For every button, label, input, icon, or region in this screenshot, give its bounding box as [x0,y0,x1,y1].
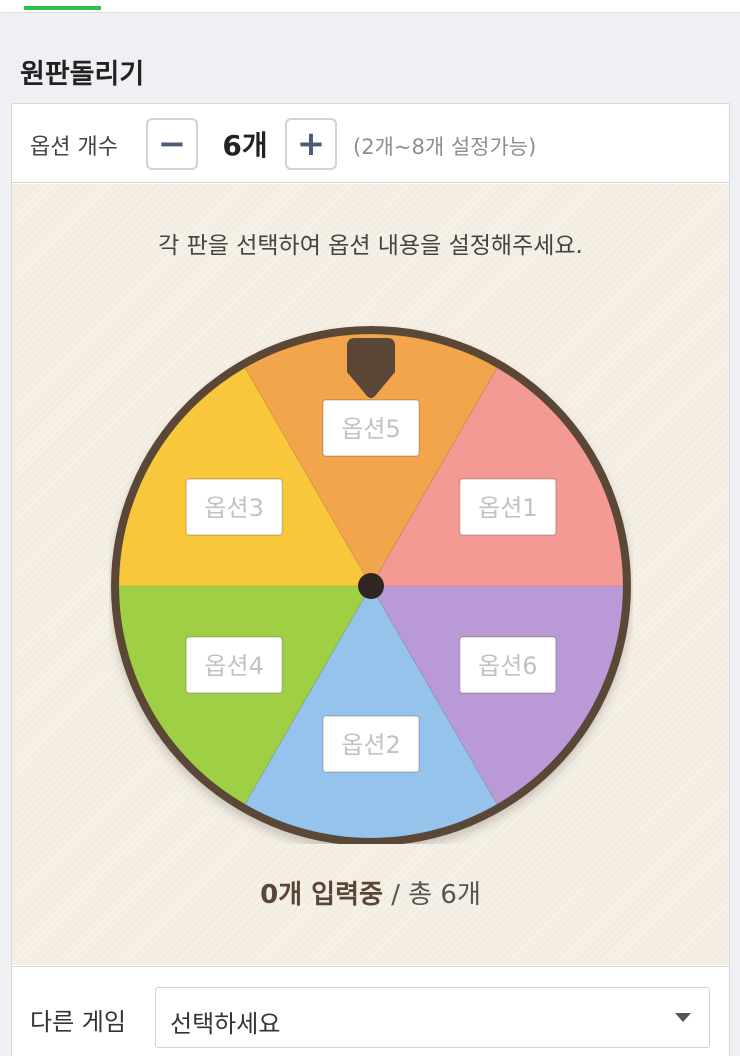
wheel-option-placeholder: 옵션5 [341,415,400,443]
roulette-card: 옵션 개수 − 6개 + (2개~8개 설정가능) 각 판을 선택하여 옵션 내… [11,103,730,1056]
option-range-hint: (2개~8개 설정가능) [353,135,537,159]
page-title: 원판돌리기 [20,59,145,90]
decrease-option-button[interactable]: − [146,118,198,170]
option-count-label: 옵션 개수 [30,135,118,160]
wheel-option-placeholder: 옵션2 [341,731,400,759]
wheel-option-field[interactable]: 옵션4 [185,636,284,694]
wheel-option-field[interactable]: 옵션2 [322,715,420,773]
input-status: 0개 입력중 / 총 6개 [12,874,729,911]
plus-icon: + [296,124,326,164]
chevron-down-icon [675,1013,691,1022]
wheel-option-placeholder: 옵션6 [478,652,537,680]
option-count-bar: 옵션 개수 − 6개 + (2개~8개 설정가능) [12,104,729,183]
total-count: 총 6개 [408,880,481,910]
minus-icon: − [157,124,187,164]
wheel-option-placeholder: 옵션4 [204,652,263,680]
wheel-option-field[interactable]: 옵션1 [458,478,557,536]
roulette-wheel: 옵션1 옵션5 옵션3 옵션4 옵션2 옵션6 [109,304,633,844]
wheel-graphic: 옵션1 옵션5 옵션3 옵션4 옵션2 옵션6 [111,326,631,844]
increase-option-button[interactable]: + [285,118,337,170]
wheel-board: 각 판을 선택하여 옵션 내용을 설정해주세요. 옵션1 옵션5 옵션3 옵션4 옵션2… [12,184,729,965]
entered-count: 0개 입력중 [260,880,383,910]
other-game-bar: 다른 게임 선택하세요 [12,966,729,1056]
other-game-select[interactable]: 선택하세요 [155,987,710,1048]
option-count-value: 6개 [222,129,268,162]
wheel-option-field[interactable]: 옵션6 [458,636,557,694]
other-game-label: 다른 게임 [30,1008,126,1036]
wheel-option-placeholder: 옵션1 [478,494,537,522]
status-separator: / [382,880,409,910]
wheel-option-field[interactable]: 옵션3 [185,478,284,536]
active-tab-indicator [24,6,101,10]
wheel-option-placeholder: 옵션3 [204,494,263,522]
wheel-center-pin [358,573,384,599]
other-game-select-value: 선택하세요 [170,1010,281,1038]
top-tab-strip [0,0,740,13]
instruction-text: 각 판을 선택하여 옵션 내용을 설정해주세요. [158,233,583,259]
wheel-option-field[interactable]: 옵션5 [322,399,420,457]
